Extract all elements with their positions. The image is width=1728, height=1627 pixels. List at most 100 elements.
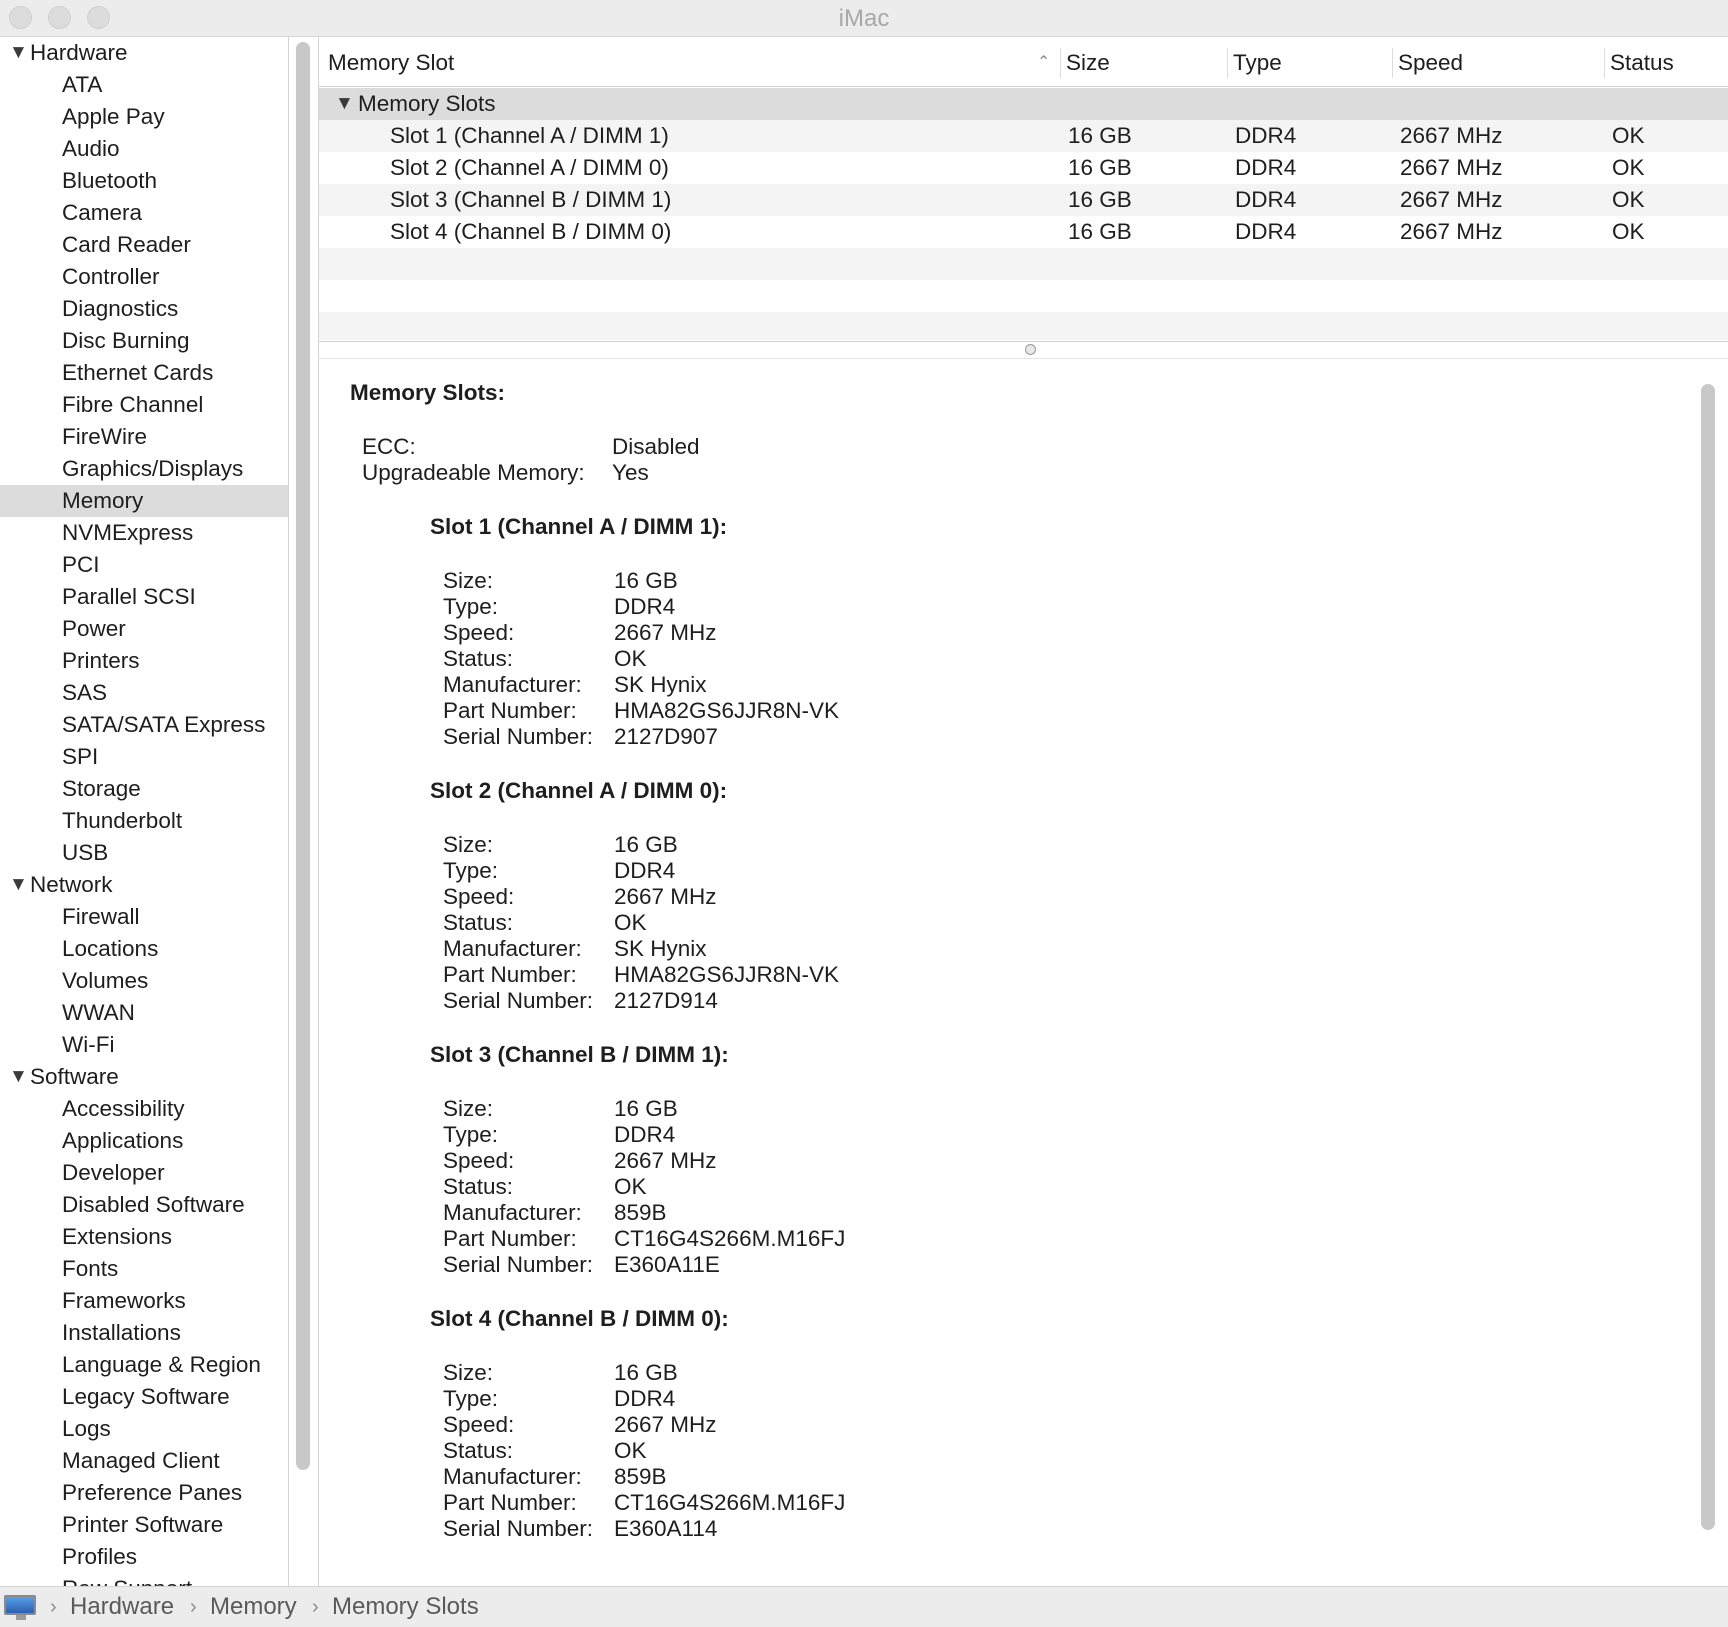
sidebar-item-label: Preference Panes [62, 1480, 243, 1505]
sidebar-item-disabled-software[interactable]: Disabled Software [0, 1189, 288, 1221]
sidebar-item-disc-burning[interactable]: Disc Burning [0, 325, 288, 357]
sidebar-group-network[interactable]: ▼ Network [0, 869, 288, 901]
table-row[interactable]: Slot 1 (Channel A / DIMM 1) 16 GB DDR4 2667… [319, 120, 1728, 152]
sidebar-item-sas[interactable]: SAS [0, 677, 288, 709]
sidebar-item-extensions[interactable]: Extensions [0, 1221, 288, 1253]
column-header-status[interactable]: Status [1610, 40, 1674, 86]
sidebar-item-firewall[interactable]: Firewall [0, 901, 288, 933]
table-row[interactable]: Slot 3 (Channel B / DIMM 1) 16 GB DDR4 2667… [319, 184, 1728, 216]
sidebar-group-hardware[interactable]: ▼ Hardware [0, 37, 288, 69]
sidebar-item-sata-sata-express[interactable]: SATA/SATA Express [0, 709, 288, 741]
sidebar-item-ethernet-cards[interactable]: Ethernet Cards [0, 357, 288, 389]
sidebar-tree: ▼ Hardware ATA Apple Pay Audio Bluetooth Camer… [0, 37, 289, 1586]
column-separator[interactable] [1392, 48, 1393, 78]
sidebar-item-printers[interactable]: Printers [0, 645, 288, 677]
breadcrumb-memory[interactable]: Memory [210, 1587, 297, 1627]
sidebar-item-fibre-channel[interactable]: Fibre Channel [0, 389, 288, 421]
sidebar-item-fonts[interactable]: Fonts [0, 1253, 288, 1285]
sidebar-item-developer[interactable]: Developer [0, 1157, 288, 1189]
disclosure-triangle-icon[interactable]: ▼ [9, 37, 28, 69]
chevron-right-icon: › [312, 1596, 319, 1618]
column-separator[interactable] [1604, 48, 1605, 78]
column-header-memory-slot[interactable]: Memory Slot [328, 40, 454, 86]
sidebar-item-label: Power [62, 616, 126, 641]
sidebar-item-legacy-software[interactable]: Legacy Software [0, 1381, 288, 1413]
sidebar-item-installations[interactable]: Installations [0, 1317, 288, 1349]
table-group-row[interactable]: ▼ Memory Slots [319, 88, 1728, 120]
column-header-size[interactable]: Size [1066, 40, 1110, 86]
column-separator[interactable] [1060, 48, 1061, 78]
sidebar-item-printer-software[interactable]: Printer Software [0, 1509, 288, 1541]
sidebar-item-language-region[interactable]: Language & Region [0, 1349, 288, 1381]
sidebar-item-label: Installations [62, 1320, 181, 1345]
detail-key: Manufacturer: [443, 1464, 582, 1489]
sidebar-item-storage[interactable]: Storage [0, 773, 288, 805]
detail-value: SK Hynix [614, 936, 707, 961]
sidebar-item-memory[interactable]: Memory [0, 485, 288, 517]
column-separator[interactable] [1227, 48, 1228, 78]
detail-value: 16 GB [614, 1096, 678, 1121]
column-header-type[interactable]: Type [1233, 40, 1282, 86]
sidebar-item-camera[interactable]: Camera [0, 197, 288, 229]
sidebar-item-bluetooth[interactable]: Bluetooth [0, 165, 288, 197]
sidebar-item-apple-pay[interactable]: Apple Pay [0, 101, 288, 133]
column-header-speed[interactable]: Speed [1398, 40, 1463, 86]
sidebar-item-pci[interactable]: PCI [0, 549, 288, 581]
sidebar-scrollbar[interactable] [296, 42, 310, 1470]
detail-key: Part Number: [443, 1226, 577, 1251]
detail-key: Manufacturer: [443, 1200, 582, 1225]
sidebar-item-preference-panes[interactable]: Preference Panes [0, 1477, 288, 1509]
sidebar-item-spi[interactable]: SPI [0, 741, 288, 773]
detail-key: Size: [443, 1360, 494, 1385]
sidebar-item-raw-support[interactable]: Raw Support [0, 1573, 288, 1586]
sidebar-item-thunderbolt[interactable]: Thunderbolt [0, 805, 288, 837]
detail-value: CT16G4S266M.M16FJ [614, 1490, 846, 1515]
sidebar-item-diagnostics[interactable]: Diagnostics [0, 293, 288, 325]
sidebar-item-label: Legacy Software [62, 1384, 230, 1409]
sidebar-item-label: Volumes [62, 968, 149, 993]
sidebar-group-label: Software [30, 1064, 119, 1089]
sidebar-item-nvmexpress[interactable]: NVMExpress [0, 517, 288, 549]
slot-title: Slot 3 (Channel B / DIMM 1): [430, 1042, 729, 1067]
sidebar-item-wi-fi[interactable]: Wi-Fi [0, 1029, 288, 1061]
detail-value: OK [614, 1438, 647, 1463]
sidebar-item-card-reader[interactable]: Card Reader [0, 229, 288, 261]
detail-value: 2127D907 [614, 724, 718, 749]
detail-scrollbar[interactable] [1701, 384, 1715, 1530]
cell-memory-slot: Slot 2 (Channel A / DIMM 0) [390, 155, 669, 180]
disclosure-triangle-icon[interactable]: ▼ [335, 88, 354, 120]
sidebar-item-power[interactable]: Power [0, 613, 288, 645]
breadcrumb-hardware[interactable]: Hardware [70, 1587, 174, 1627]
cell-status: OK [1612, 219, 1645, 244]
breadcrumb-memory-slots[interactable]: Memory Slots [332, 1587, 479, 1627]
table-row[interactable]: Slot 2 (Channel A / DIMM 0) 16 GB DDR4 2667… [319, 152, 1728, 184]
sidebar-item-locations[interactable]: Locations [0, 933, 288, 965]
sidebar-item-ata[interactable]: ATA [0, 69, 288, 101]
sort-ascending-icon[interactable]: ⌃ [1037, 40, 1050, 86]
sidebar-item-applications[interactable]: Applications [0, 1125, 288, 1157]
sidebar-group-software[interactable]: ▼ Software [0, 1061, 288, 1093]
sidebar-item-controller[interactable]: Controller [0, 261, 288, 293]
sidebar-item-accessibility[interactable]: Accessibility [0, 1093, 288, 1125]
sidebar-item-volumes[interactable]: Volumes [0, 965, 288, 997]
detail-value: OK [614, 910, 647, 935]
split-view-handle[interactable] [1025, 344, 1036, 355]
sidebar-item-firewire[interactable]: FireWire [0, 421, 288, 453]
sidebar-item-parallel-scsi[interactable]: Parallel SCSI [0, 581, 288, 613]
disclosure-triangle-icon[interactable]: ▼ [9, 1061, 28, 1093]
sidebar-item-managed-client[interactable]: Managed Client [0, 1445, 288, 1477]
sidebar-item-usb[interactable]: USB [0, 837, 288, 869]
sidebar-item-audio[interactable]: Audio [0, 133, 288, 165]
sidebar-item-logs[interactable]: Logs [0, 1413, 288, 1445]
sidebar-item-graphics-displays[interactable]: Graphics/Displays [0, 453, 288, 485]
sidebar-item-label: Disabled Software [62, 1192, 245, 1217]
cell-size: 16 GB [1068, 155, 1132, 180]
chevron-right-icon: › [190, 1596, 197, 1618]
detail-value: 2667 MHz [614, 1148, 717, 1173]
sidebar-item-profiles[interactable]: Profiles [0, 1541, 288, 1573]
table-row[interactable]: Slot 4 (Channel B / DIMM 0) 16 GB DDR4 2667… [319, 216, 1728, 248]
disclosure-triangle-icon[interactable]: ▼ [9, 869, 28, 901]
detail-key: Part Number: [443, 698, 577, 723]
sidebar-item-frameworks[interactable]: Frameworks [0, 1285, 288, 1317]
sidebar-item-wwan[interactable]: WWAN [0, 997, 288, 1029]
